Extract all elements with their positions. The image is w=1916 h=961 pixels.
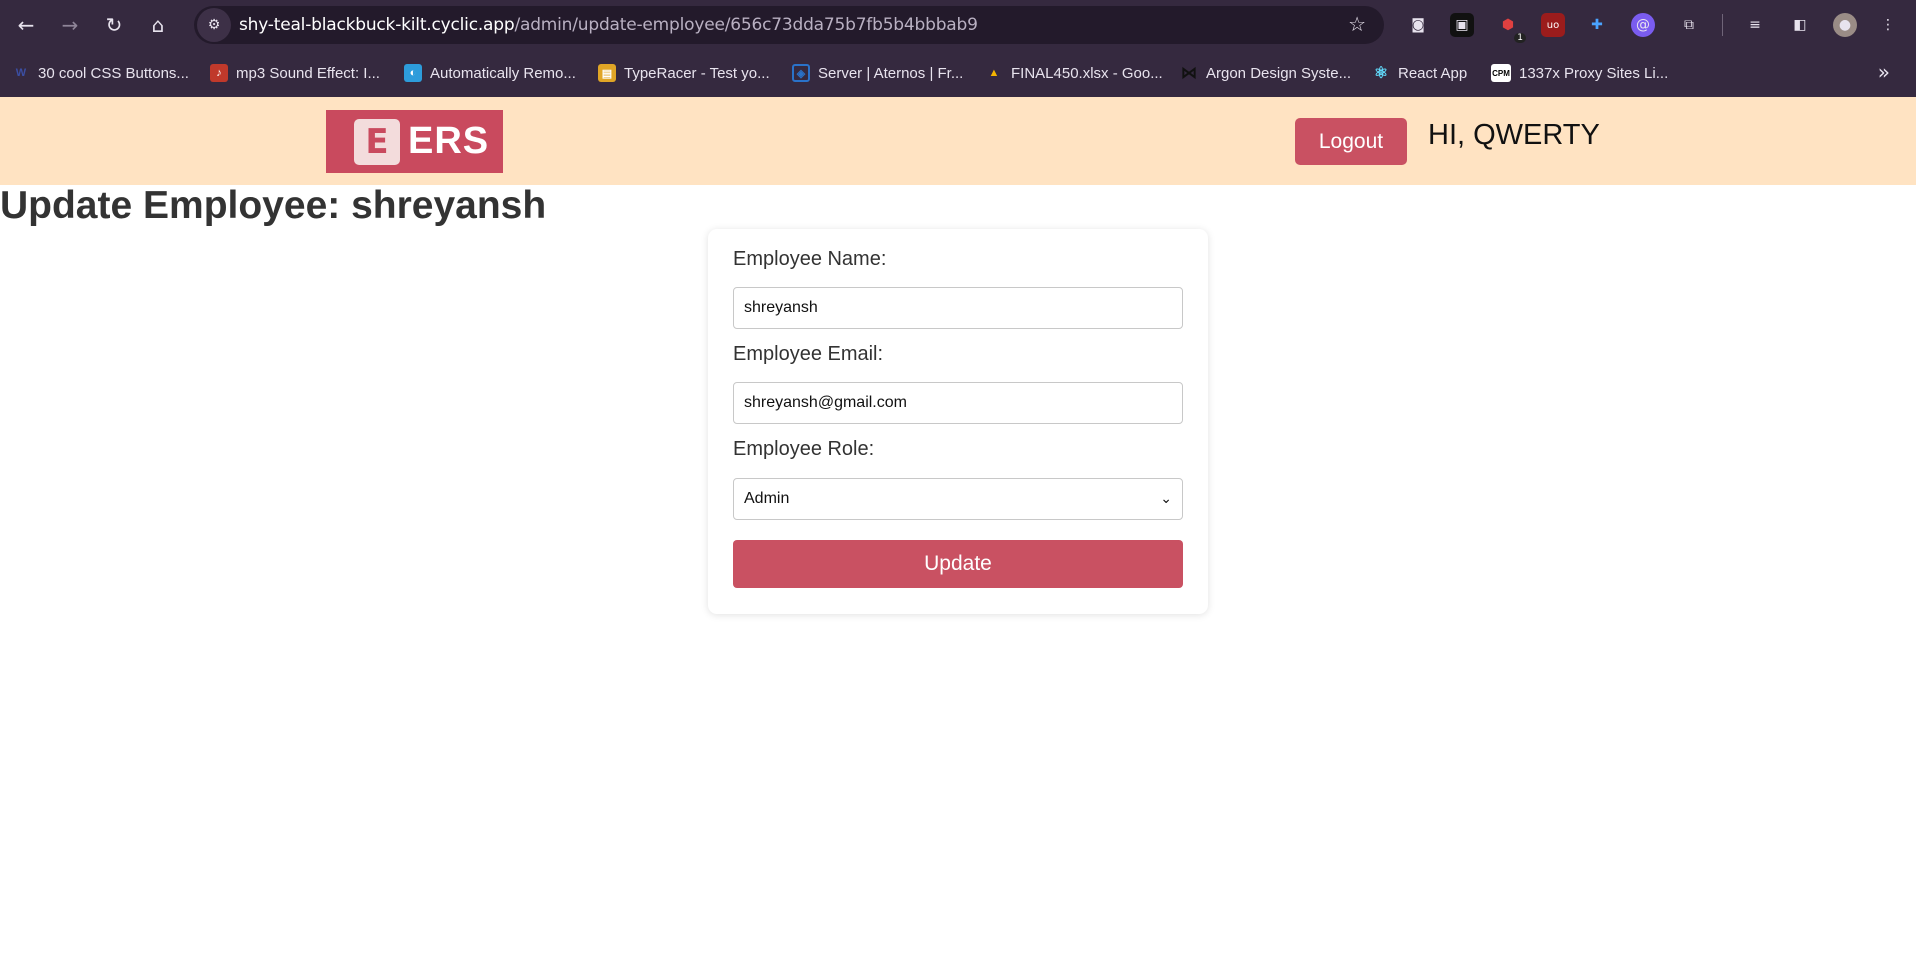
- bookmark-label: FINAL450.xlsx - Goo...: [1011, 64, 1163, 82]
- role-selected-value: Admin: [744, 490, 790, 507]
- at-extension-icon[interactable]: @: [1631, 13, 1655, 37]
- bookmark-label: Argon Design Syste...: [1206, 64, 1352, 82]
- employee-email-input[interactable]: shreyansh@gmail.com: [733, 382, 1183, 424]
- page-title: Update Employee: shreyansh: [0, 184, 547, 227]
- bookmark-label: Automatically Remo...: [430, 64, 576, 82]
- profile-avatar[interactable]: ●: [1833, 13, 1857, 37]
- bookmark-star-icon[interactable]: ☆: [1348, 12, 1366, 36]
- w-icon: W: [15, 67, 27, 79]
- toolbar-divider: [1722, 14, 1723, 36]
- bookmarks-overflow-icon[interactable]: »: [1878, 60, 1890, 84]
- camera-extension-icon[interactable]: ◙: [1406, 13, 1430, 37]
- app-header: E ERS Logout HI, QWERTY: [0, 97, 1916, 185]
- employee-role-select[interactable]: Admin ⌄: [733, 478, 1183, 520]
- logo-mark-icon: E: [354, 118, 400, 165]
- bookmark-label: mp3 Sound Effect: I...: [236, 64, 380, 82]
- address-bar[interactable]: ⚙ shy-teal-blackbuck-kilt.cyclic.app/adm…: [194, 6, 1384, 44]
- side-panel-icon[interactable]: ◧: [1788, 13, 1812, 37]
- bowtie-icon: ⋈: [1181, 65, 1197, 82]
- bookmark-label: TypeRacer - Test yo...: [624, 64, 770, 82]
- aternos-icon: ◈: [792, 64, 810, 82]
- ublock-icon[interactable]: uo: [1541, 13, 1565, 37]
- google-drive-icon: ▲: [988, 67, 1000, 79]
- chevron-down-icon: ⌄: [1160, 491, 1172, 507]
- user-greeting: HI, QWERTY: [1428, 119, 1600, 151]
- forward-icon[interactable]: →: [48, 0, 92, 50]
- music-note-icon: ♪: [210, 64, 228, 82]
- extensions-icon[interactable]: ⧉: [1677, 13, 1701, 37]
- back-icon[interactable]: ←: [4, 0, 48, 50]
- media-controls-icon[interactable]: ≡: [1743, 13, 1767, 37]
- bookmark-item[interactable]: ▤ TypeRacer - Test yo...: [598, 61, 770, 85]
- employee-name-label: Employee Name:: [733, 248, 887, 270]
- app-logo[interactable]: E ERS: [326, 110, 503, 173]
- site-settings-icon[interactable]: ⚙: [197, 8, 231, 42]
- remove-bg-icon: ◐: [404, 64, 422, 82]
- bookmark-item[interactable]: ▲ FINAL450.xlsx - Goo...: [985, 61, 1163, 85]
- puzzle-extension-icon[interactable]: ✚: [1585, 13, 1609, 37]
- extension-badge-icon[interactable]: ⬢ 1: [1496, 13, 1526, 43]
- browser-toolbar: ← → ↻ ⌂ ⚙ shy-teal-blackbuck-kilt.cyclic…: [0, 0, 1916, 50]
- bookmark-label: 1337x Proxy Sites Li...: [1519, 64, 1669, 82]
- bookmark-label: React App: [1398, 64, 1468, 82]
- logo-text: ERS: [408, 120, 490, 162]
- bookmark-item[interactable]: ◐ Automatically Remo...: [404, 61, 576, 85]
- bookmarks-bar: W 30 cool CSS Buttons... ♪ mp3 Sound Effec…: [0, 50, 1916, 97]
- reload-icon[interactable]: ↻: [92, 0, 136, 50]
- employee-email-label: Employee Email:: [733, 343, 884, 365]
- menu-kebab-icon[interactable]: ⋮: [1876, 13, 1900, 37]
- update-employee-form: Employee Name: shreyansh Employee Email:…: [708, 229, 1208, 614]
- bookmark-item[interactable]: ⋈ Argon Design Syste...: [1180, 61, 1351, 85]
- bookmark-item[interactable]: ⚛ React App: [1372, 61, 1467, 85]
- bookmark-item[interactable]: CPM 1337x Proxy Sites Li...: [1491, 61, 1668, 85]
- react-icon: ⚛: [1373, 65, 1389, 82]
- bookmark-item[interactable]: ♪ mp3 Sound Effect: I...: [210, 61, 380, 85]
- employee-name-input[interactable]: shreyansh: [733, 287, 1183, 329]
- update-button[interactable]: Update: [733, 540, 1183, 588]
- bookmark-label: 30 cool CSS Buttons...: [38, 64, 189, 82]
- home-icon[interactable]: ⌂: [136, 0, 180, 50]
- typeracer-icon: ▤: [598, 64, 616, 82]
- bookmark-item[interactable]: W 30 cool CSS Buttons...: [12, 61, 189, 85]
- bookmark-label: Server | Aternos | Fr...: [818, 64, 964, 82]
- url-text[interactable]: shy-teal-blackbuck-kilt.cyclic.app/admin…: [239, 15, 978, 35]
- cpm-icon: CPM: [1491, 64, 1511, 82]
- bookmark-item[interactable]: ◈ Server | Aternos | Fr...: [792, 61, 963, 85]
- logout-button[interactable]: Logout: [1295, 118, 1407, 165]
- employee-role-label: Employee Role:: [733, 438, 875, 460]
- extension-icon[interactable]: ▣: [1450, 13, 1474, 37]
